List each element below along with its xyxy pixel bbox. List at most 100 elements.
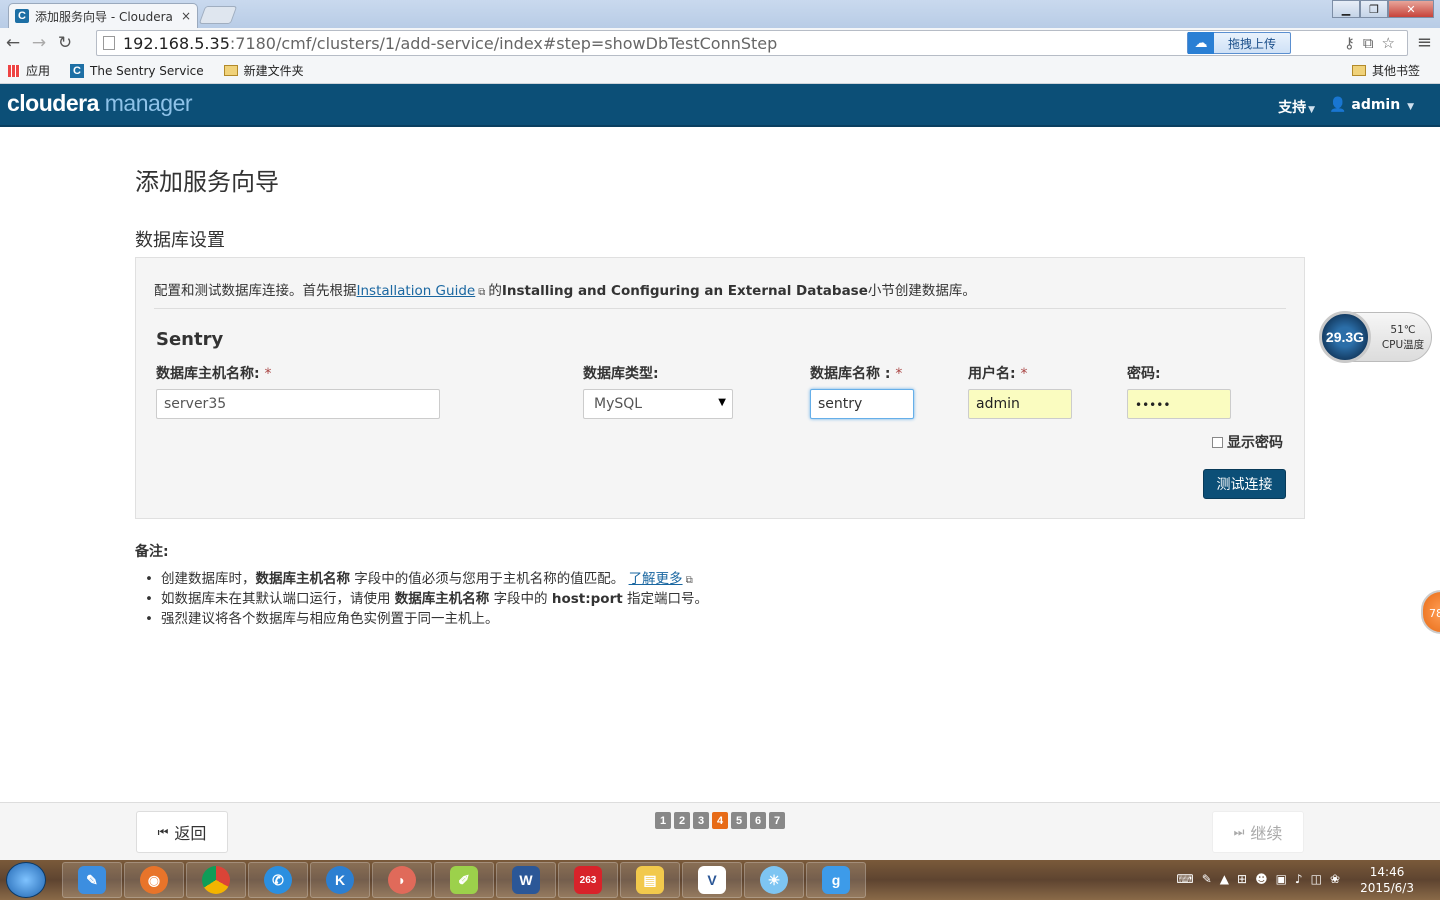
window-close-icon[interactable]: ✕ bbox=[1388, 0, 1434, 18]
bookmark-apps[interactable]: 应用 bbox=[8, 62, 50, 79]
divider bbox=[154, 308, 1286, 309]
cpu-monitor-widget[interactable]: 29.3G 51℃ CPU温度 bbox=[1319, 311, 1432, 363]
forward-arrow-icon[interactable]: → bbox=[26, 33, 52, 53]
taskbar-app-notepad[interactable]: ✐ bbox=[434, 862, 494, 898]
taskbar-app-fish[interactable]: ◗ bbox=[372, 862, 432, 898]
bookmark-sentry[interactable]: C The Sentry Service bbox=[70, 63, 204, 78]
note2-suffix: 指定端口号。 bbox=[626, 591, 708, 607]
taskbar-clock[interactable]: 14:46 2015/6/3 bbox=[1360, 864, 1414, 896]
back-arrow-icon[interactable]: ← bbox=[0, 33, 26, 53]
note-item: 如数据库未在其默认端口运行，请使用 数据库主机名称 字段中的 host:port… bbox=[145, 589, 708, 609]
db-type-value: MySQL bbox=[594, 396, 643, 412]
external-link-icon: ⧉ bbox=[685, 575, 693, 586]
show-password-label: 显示密码 bbox=[1227, 435, 1283, 451]
chrome-icon bbox=[202, 866, 230, 894]
test-connection-button[interactable]: 测试连接 bbox=[1203, 469, 1286, 499]
notepad-icon: ✐ bbox=[450, 866, 478, 894]
caret-down-icon: ▼ bbox=[1407, 102, 1414, 112]
taskbar-app-vnc[interactable]: V bbox=[682, 862, 742, 898]
page-title: 添加服务向导 bbox=[135, 168, 279, 196]
bookmark-apps-label: 应用 bbox=[26, 64, 51, 78]
windows-flag-icon[interactable]: ⊞ bbox=[1237, 872, 1247, 886]
network-icon[interactable]: ☻ bbox=[1255, 872, 1268, 886]
show-password-toggle[interactable]: 显示密码 bbox=[1212, 432, 1283, 452]
support-menu[interactable]: 支持 ▼ bbox=[1278, 97, 1315, 117]
pen-tray-icon[interactable]: ✎ bbox=[1202, 872, 1212, 886]
address-bar[interactable]: 192.168.5.35:7180/cmf/clusters/1/add-ser… bbox=[96, 30, 1408, 56]
taskbar-app-263[interactable]: 263 bbox=[558, 862, 618, 898]
taskbar-app-chrome[interactable] bbox=[186, 862, 246, 898]
start-button[interactable] bbox=[6, 862, 46, 898]
translate-icon[interactable]: ⧉ bbox=[1363, 34, 1374, 52]
ime-icon[interactable]: ◫ bbox=[1311, 872, 1322, 886]
taskbar-app-k[interactable]: K bbox=[310, 862, 370, 898]
intro-suffix: 小节创建数据库。 bbox=[867, 283, 976, 299]
taskbar-app-pen[interactable]: ✎ bbox=[62, 862, 122, 898]
key-icon[interactable]: ⚷ bbox=[1344, 34, 1355, 52]
taskbar-app-word[interactable]: W bbox=[496, 862, 556, 898]
floating-orange-widget[interactable]: 78 bbox=[1421, 590, 1440, 634]
cpu-temp-value: 51℃ bbox=[1390, 324, 1416, 336]
step-1: 1 bbox=[655, 812, 671, 829]
taskbar-app-bubble[interactable]: g bbox=[806, 862, 866, 898]
chat-app-icon: ✆ bbox=[264, 866, 292, 894]
service-name: Sentry bbox=[156, 329, 224, 350]
user-menu[interactable]: 👤 admin ▼ bbox=[1329, 97, 1414, 117]
bookmark-star-icon[interactable]: ☆ bbox=[1382, 34, 1395, 52]
volume-icon[interactable]: ♪ bbox=[1295, 872, 1303, 886]
db-name-label: 数据库名称 : * bbox=[810, 363, 902, 383]
step-2: 2 bbox=[674, 812, 690, 829]
step-3: 3 bbox=[693, 812, 709, 829]
cloudera-manager-logo[interactable]: cloudera manager bbox=[7, 90, 193, 117]
fish-app-icon: ◗ bbox=[388, 866, 416, 894]
bookmark-other[interactable]: 其他书签 bbox=[1351, 62, 1420, 79]
omnibox-icons: ⚷ ⧉ ☆ bbox=[1344, 34, 1395, 52]
weather-icon: ☀ bbox=[760, 866, 788, 894]
tab-close-icon[interactable]: × bbox=[181, 9, 191, 23]
taskbar-app-weather[interactable]: ☀ bbox=[744, 862, 804, 898]
word-icon: W bbox=[512, 866, 540, 894]
browser-toolbar: ← → ↻ 192.168.5.35:7180/cmf/clusters/1/a… bbox=[0, 28, 1440, 58]
note2-bold2: host:port bbox=[551, 591, 623, 607]
note1-suffix: 字段中的值必须与您用于主机名称的值匹配。 bbox=[354, 571, 625, 587]
new-tab-button[interactable] bbox=[198, 6, 238, 24]
username-input[interactable]: admin bbox=[968, 389, 1072, 419]
support-label: 支持 bbox=[1278, 100, 1307, 116]
minimize-icon[interactable]: ▁ bbox=[1332, 0, 1360, 18]
back-button[interactable]: ⏮ 返回 bbox=[136, 811, 228, 853]
browser-tab[interactable]: C 添加服务向导 - Cloudera × bbox=[8, 3, 198, 28]
expand-tray-icon[interactable]: ▲ bbox=[1220, 872, 1229, 886]
app-header: cloudera manager 支持 ▼ 👤 admin ▼ bbox=[0, 84, 1440, 127]
browser-titlebar: C 添加服务向导 - Cloudera × ▁ ❐ ✕ bbox=[0, 0, 1440, 28]
apps-grid-icon bbox=[8, 64, 20, 77]
taskbar-app-firefox[interactable]: ◉ bbox=[124, 862, 184, 898]
taskbar-app-explorer[interactable]: ▤ bbox=[620, 862, 680, 898]
continue-button[interactable]: ⏭ 继续 bbox=[1212, 811, 1304, 853]
note2-bold1: 数据库主机名称 bbox=[394, 591, 490, 607]
db-name-input[interactable]: sentry bbox=[810, 389, 914, 419]
maximize-icon[interactable]: ❐ bbox=[1360, 0, 1388, 18]
tab-title: 添加服务向导 - Cloudera bbox=[35, 9, 173, 24]
host-label: 数据库主机名称: * bbox=[156, 363, 271, 383]
db-host-input[interactable]: server35 bbox=[156, 389, 440, 419]
keyboard-icon[interactable]: ⌨ bbox=[1176, 872, 1193, 886]
monitor-icon[interactable]: ▣ bbox=[1276, 872, 1287, 886]
huawei-icon[interactable]: ❀ bbox=[1330, 872, 1340, 886]
bookmark-new-folder[interactable]: 新建文件夹 bbox=[223, 62, 304, 79]
browser-menu-icon[interactable]: ≡ bbox=[1417, 32, 1432, 53]
db-type-select[interactable]: MySQL ▼ bbox=[583, 389, 733, 419]
db-settings-panel: 配置和测试数据库连接。首先根据Installation Guide ⧉ 的Insta… bbox=[135, 257, 1305, 519]
reload-icon[interactable]: ↻ bbox=[52, 33, 78, 53]
learn-more-link[interactable]: 了解更多 bbox=[629, 571, 683, 587]
password-input[interactable]: ••••• bbox=[1127, 389, 1231, 419]
skip-back-icon: ⏮ bbox=[157, 824, 169, 839]
step-indicator: 1 2 3 4 5 6 7 bbox=[655, 812, 785, 829]
installation-guide-link[interactable]: Installation Guide bbox=[357, 283, 476, 299]
show-password-checkbox[interactable] bbox=[1212, 436, 1223, 448]
taskbar-app-chat[interactable]: ✆ bbox=[248, 862, 308, 898]
upload-extension-button[interactable]: ☁ 拖拽上传 bbox=[1187, 32, 1291, 54]
window-controls: ▁ ❐ ✕ bbox=[1332, 0, 1434, 18]
logo-cloudera: cloudera bbox=[7, 90, 99, 116]
password-label: 密码: bbox=[1127, 366, 1161, 382]
note-item: 强烈建议将各个数据库与相应角色实例置于同一主机上。 bbox=[145, 609, 708, 629]
